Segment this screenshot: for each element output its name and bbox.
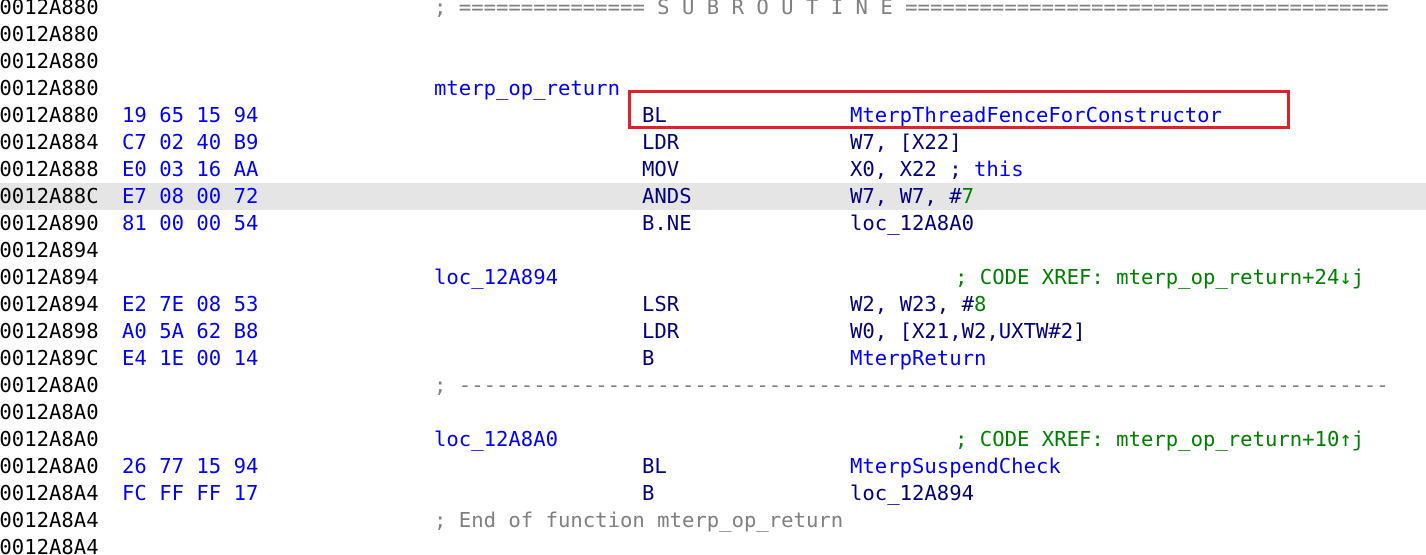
code-label[interactable]: mterp_op_return bbox=[434, 75, 620, 102]
operand-symbol[interactable]: MterpThreadFenceForConstructor bbox=[850, 103, 1222, 127]
instruction-mnemonic[interactable]: B.NE bbox=[642, 210, 692, 237]
listing-comment: ; End of function mterp_op_return bbox=[434, 508, 844, 532]
instruction-operands[interactable]: loc_12A8A0 bbox=[850, 210, 974, 237]
listing-line[interactable]: 00012A894 E2 7E 08 53 LSR W2, W23, #8 bbox=[0, 291, 1426, 318]
listing-line[interactable]: 00012A8A0 loc_12A8A0 ; CODE XREF: mterp_op… bbox=[0, 426, 1426, 453]
opcode-bytes: 19 65 15 94 bbox=[122, 103, 259, 127]
instruction-mnemonic[interactable]: B bbox=[642, 480, 654, 507]
instruction-mnemonic[interactable]: BL bbox=[642, 453, 667, 480]
opcode-bytes: E7 08 00 72 bbox=[122, 184, 259, 208]
instruction-operands[interactable]: MterpSuspendCheck bbox=[850, 453, 1061, 480]
listing-line[interactable]: 00012A8A0 26 77 15 94 BL MterpSuspendCheck bbox=[0, 453, 1426, 480]
opcode-bytes: FC FF FF 17 bbox=[122, 481, 259, 505]
line-address: 00012A8A4 bbox=[0, 508, 99, 532]
listing-line[interactable]: 00012A894 bbox=[0, 237, 1426, 264]
listing-line[interactable]: 00012A8A0 ; -----------------------------… bbox=[0, 372, 1426, 399]
code-label[interactable]: loc_12A894 bbox=[434, 264, 558, 291]
listing-line[interactable]: 00012A8A4 bbox=[0, 534, 1426, 555]
instruction-operands[interactable]: MterpThreadFenceForConstructor bbox=[850, 102, 1222, 129]
opcode-bytes: E2 7E 08 53 bbox=[122, 292, 259, 316]
line-address: 00012A894 bbox=[0, 238, 99, 262]
operand-text: X0, X22 ; bbox=[850, 157, 974, 181]
operand-text: W2, W23, # bbox=[850, 292, 974, 316]
listing-line[interactable]: 00012A8A4 ; End of function mterp_op_retu… bbox=[0, 507, 1426, 534]
line-address: 00012A880 bbox=[0, 0, 99, 19]
disassembly-view[interactable]: 00012A880 ; =============== S U B R O U T… bbox=[0, 0, 1426, 555]
instruction-operands[interactable]: MterpReturn bbox=[850, 345, 986, 372]
opcode-bytes: 26 77 15 94 bbox=[122, 454, 259, 478]
operand-text: W7, [X22] bbox=[850, 130, 962, 154]
listing-line[interactable]: 00012A880 bbox=[0, 48, 1426, 75]
instruction-mnemonic[interactable]: LDR bbox=[642, 318, 679, 345]
line-address: 00012A88C bbox=[0, 184, 99, 208]
instruction-operands[interactable]: W0, [X21,W2,UXTW#2] bbox=[850, 318, 1086, 345]
instruction-mnemonic[interactable]: LSR bbox=[642, 291, 679, 318]
listing-line[interactable]: 00012A894 loc_12A894 ; CODE XREF: mterp_op… bbox=[0, 264, 1426, 291]
listing-line[interactable]: 00012A880 ; =============== S U B R O U T… bbox=[0, 0, 1426, 21]
operand-text: W0, [X21,W2,UXTW#2] bbox=[850, 319, 1086, 343]
listing-line[interactable]: 00012A890 81 00 00 54 B.NE loc_12A8A0 bbox=[0, 210, 1426, 237]
instruction-mnemonic[interactable]: MOV bbox=[642, 156, 679, 183]
operand-immediate: 7 bbox=[961, 184, 974, 208]
instruction-operands[interactable]: W7, [X22] bbox=[850, 129, 962, 156]
line-address: 00012A8A0 bbox=[0, 454, 99, 478]
line-address: 00012A898 bbox=[0, 319, 99, 343]
listing-comment: ; --------------------------------------… bbox=[434, 373, 1389, 397]
line-address: 00012A8A4 bbox=[0, 481, 99, 505]
line-address: 00012A8A0 bbox=[0, 427, 99, 451]
line-address: 00012A894 bbox=[0, 292, 99, 316]
listing-line[interactable]: 00012A89C E4 1E 00 14 B MterpReturn bbox=[0, 345, 1426, 372]
instruction-operands[interactable]: W7, W7, #7 bbox=[850, 183, 974, 210]
code-xref-comment[interactable]: ; CODE XREF: mterp_op_return+10↑j bbox=[955, 426, 1364, 453]
instruction-mnemonic[interactable]: LDR bbox=[642, 129, 679, 156]
line-address: 00012A884 bbox=[0, 130, 99, 154]
instruction-mnemonic[interactable]: BL bbox=[642, 102, 667, 129]
operand-text: W7, W7, # bbox=[850, 184, 962, 208]
instruction-operands[interactable]: loc_12A894 bbox=[850, 480, 974, 507]
line-address: 00012A89C bbox=[0, 346, 99, 370]
line-address: 00012A890 bbox=[0, 211, 99, 235]
listing-line[interactable]: 00012A898 A0 5A 62 B8 LDR W0, [X21,W2,UXTW#… bbox=[0, 318, 1426, 345]
opcode-bytes: A0 5A 62 B8 bbox=[122, 319, 259, 343]
line-address: 00012A8A4 bbox=[0, 535, 99, 555]
code-label[interactable]: loc_12A8A0 bbox=[434, 426, 558, 453]
line-address: 00012A894 bbox=[0, 265, 99, 289]
instruction-mnemonic[interactable]: ANDS bbox=[642, 183, 692, 210]
opcode-bytes: E0 03 16 AA bbox=[122, 157, 259, 181]
listing-line[interactable]: 00012A884 C7 02 40 B9 LDR W7, [X22] bbox=[0, 129, 1426, 156]
line-address: 00012A880 bbox=[0, 103, 99, 127]
opcode-bytes: C7 02 40 B9 bbox=[122, 130, 259, 154]
operand-comment: this bbox=[974, 157, 1024, 181]
instruction-mnemonic[interactable]: B bbox=[642, 345, 654, 372]
opcode-bytes: 81 00 00 54 bbox=[122, 211, 259, 235]
line-address: 00012A880 bbox=[0, 22, 99, 46]
line-address: 00012A8A0 bbox=[0, 400, 99, 424]
line-address: 00012A880 bbox=[0, 76, 99, 100]
listing-line[interactable]: 00012A8A4 FC FF FF 17 Bloc_12A894 bbox=[0, 480, 1426, 507]
operand-text: loc_12A894 bbox=[850, 481, 974, 505]
code-xref-comment[interactable]: ; CODE XREF: mterp_op_return+24↓j bbox=[955, 264, 1364, 291]
listing-line[interactable]: 00012A888 E0 03 16 AA MOV X0, X22 ; this bbox=[0, 156, 1426, 183]
listing-line[interactable]: 00012A880 mterp_op_return bbox=[0, 75, 1426, 102]
listing-line[interactable]: 00012A880 bbox=[0, 21, 1426, 48]
listing-line[interactable]: 00012A8A0 bbox=[0, 399, 1426, 426]
listing-comment: ; =============== S U B R O U T I N E ==… bbox=[434, 0, 1389, 19]
listing-line[interactable]: 00012A880 19 65 15 94 BL MterpThreadFenceFo… bbox=[0, 102, 1426, 129]
operand-text: loc_12A8A0 bbox=[850, 211, 974, 235]
line-address: 00012A8A0 bbox=[0, 373, 99, 397]
operand-symbol[interactable]: MterpReturn bbox=[850, 346, 986, 370]
instruction-operands[interactable]: X0, X22 ; this bbox=[850, 156, 1024, 183]
operand-immediate: 8 bbox=[974, 292, 987, 316]
opcode-bytes: E4 1E 00 14 bbox=[122, 346, 259, 370]
listing-line-current[interactable]: 00012A88C E7 08 00 72 ANDS W7, W7, #7 bbox=[0, 183, 1426, 210]
instruction-operands[interactable]: W2, W23, #8 bbox=[850, 291, 986, 318]
line-address: 00012A880 bbox=[0, 49, 99, 73]
operand-symbol[interactable]: MterpSuspendCheck bbox=[850, 454, 1061, 478]
line-address: 00012A888 bbox=[0, 157, 99, 181]
